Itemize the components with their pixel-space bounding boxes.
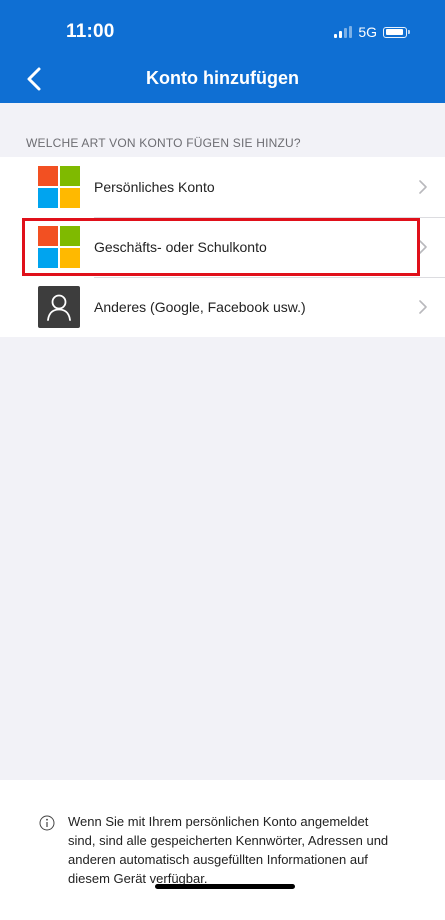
status-time: 11:00 [66,21,115,42]
battery-icon [383,26,410,38]
account-type-list: Persönliches Konto Geschäfts- oder Schul… [0,157,445,337]
person-icon [38,286,80,328]
signal-icon [334,26,353,38]
account-option-label: Anderes (Google, Facebook usw.) [94,299,306,315]
info-icon [39,815,55,831]
account-option-other[interactable]: Anderes (Google, Facebook usw.) [0,277,445,337]
chevron-right-icon [419,300,427,314]
section-header: WELCHE ART VON KONTO FÜGEN SIE HINZU? [26,136,301,150]
chevron-right-icon [419,240,427,254]
account-option-work-school[interactable]: Geschäfts- oder Schulkonto [0,217,445,277]
account-option-label: Persönliches Konto [94,179,215,195]
home-indicator[interactable] [155,884,295,889]
network-label: 5G [358,24,377,40]
account-option-personal[interactable]: Persönliches Konto [0,157,445,217]
status-indicators: 5G [334,24,410,40]
microsoft-logo-icon [38,166,80,208]
microsoft-logo-icon [38,226,80,268]
account-option-label: Geschäfts- oder Schulkonto [94,239,267,255]
app-header: 11:00 5G Konto hinzufügen [0,0,445,103]
info-text: Wenn Sie mit Ihrem persönlichen Konto an… [68,814,389,886]
info-footer: Wenn Sie mit Ihrem persönlichen Konto an… [0,780,445,920]
page-title: Konto hinzufügen [146,68,299,88]
chevron-right-icon [419,180,427,194]
